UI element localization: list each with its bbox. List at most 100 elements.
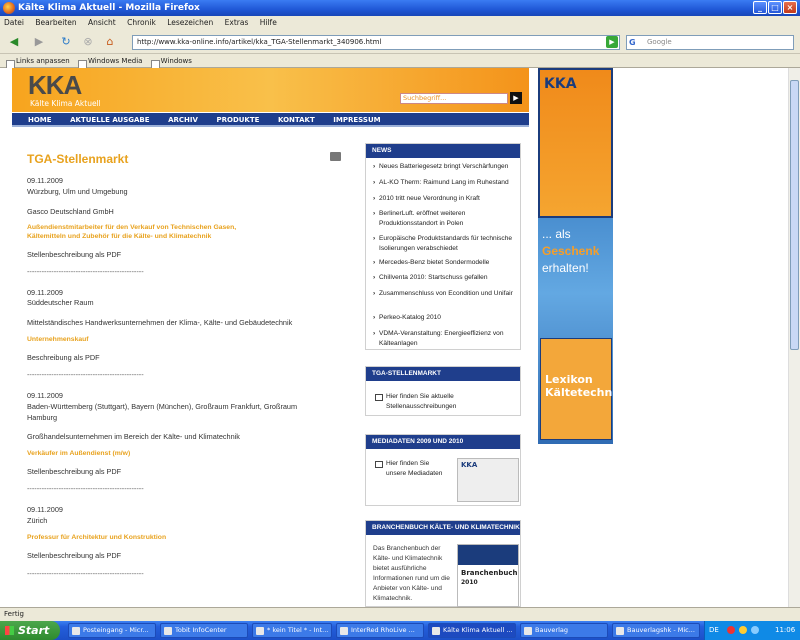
news-item[interactable]: BerlinerLuft. eröffnet weiteren Produkti… <box>373 209 513 229</box>
bookmark-windows[interactable]: Windows <box>151 57 192 65</box>
news-item[interactable]: Chillventa 2010: Startschuss gefallen <box>373 273 513 283</box>
news-item[interactable]: AL-KO Therm: Raimund Lang im Ruhestand <box>373 178 513 188</box>
site-search-input[interactable]: Suchbegriff... <box>400 93 508 104</box>
go-icon[interactable]: ▶ <box>606 36 618 48</box>
news-item[interactable]: Neues Batteriegesetz bringt Verschärfung… <box>373 162 513 172</box>
job-pdf-link[interactable]: Beschreibung als PDF <box>27 352 100 363</box>
job-separator: ----------------------------------------… <box>27 267 144 276</box>
job-position: Unternehmenskauf <box>27 336 89 343</box>
job-position: Außendienstmitarbeiter für den Verkauf v… <box>27 224 237 240</box>
menu-extras[interactable]: Extras <box>225 18 249 27</box>
nav-produkte[interactable]: PRODUKTE <box>216 113 259 127</box>
search-placeholder: Google <box>647 38 672 46</box>
menu-ansicht[interactable]: Ansicht <box>88 18 116 27</box>
job-location: Baden-Württemberg (Stuttgart), Bayern (M… <box>27 402 298 422</box>
job-company: Mittelständisches Handwerksunternehmen d… <box>27 318 293 327</box>
tga-link[interactable]: Hier finden Sie aktuelle Stellenausschre… <box>375 392 505 412</box>
job-pdf-link[interactable]: Stellenbeschreibung als PDF <box>27 249 121 260</box>
menu-hilfe[interactable]: Hilfe <box>260 18 277 27</box>
nav-home[interactable]: HOME <box>28 113 52 127</box>
site-nav: HOME AKTUELLE AUSGABE ARCHIV PRODUKTE KO… <box>12 113 529 127</box>
media-thumbnail[interactable]: KKA <box>457 458 519 502</box>
nav-archiv[interactable]: ARCHIV <box>168 113 198 127</box>
ad-book-title: Lexikon Kältetechnik <box>545 373 624 399</box>
ad-book: Lexikon Kältetechnik <box>540 338 623 440</box>
navigation-toolbar: ◀ ▶ ↻ ⊗ ⌂ http://www.kka-online.info/art… <box>0 30 800 54</box>
news-item[interactable]: 2010 tritt neue Verordnung in Kraft <box>373 194 513 204</box>
job-pdf-link[interactable]: Stellenbeschreibung als PDF <box>27 466 121 477</box>
language-indicator[interactable]: DE <box>709 621 719 640</box>
taskbar-item-active[interactable]: Kälte Klima Aktuell ... <box>428 623 516 638</box>
site-header: KKA Kälte Klima Aktuell Suchbegriff... ▶ <box>12 68 529 112</box>
ad-line2: Geschenk <box>542 244 600 258</box>
taskbar-item[interactable]: InterRed RhoLive ... <box>336 623 424 638</box>
news-item[interactable]: VDMA-Veranstaltung: Energieeffizienz von… <box>373 329 513 349</box>
branchen-thumbnail[interactable]: Branchenbuch 2010 <box>457 544 519 607</box>
maximize-button[interactable]: □ <box>768 1 782 14</box>
vertical-scrollbar[interactable] <box>788 68 800 607</box>
job-company: Gasco Deutschland GmbH <box>27 207 114 216</box>
menu-lesezeichen[interactable]: Lesezeichen <box>167 18 213 27</box>
news-item[interactable]: Perkeo-Katalog 2010 <box>373 313 513 323</box>
media-heading: MEDIADATEN 2009 UND 2010 <box>366 435 520 449</box>
close-button[interactable]: × <box>783 1 797 14</box>
status-text: Fertig <box>4 610 24 618</box>
menu-bearbeiten[interactable]: Bearbeiten <box>35 18 76 27</box>
status-bar: Fertig <box>0 607 800 621</box>
google-icon: G <box>629 38 636 47</box>
branchen-thumb-title: Branchenbuch <box>461 569 518 577</box>
job-pdf-link[interactable]: Stellenbeschreibung als PDF <box>27 550 121 561</box>
job-separator: ----------------------------------------… <box>27 484 144 493</box>
home-icon[interactable]: ⌂ <box>102 34 118 50</box>
job-separator: ----------------------------------------… <box>27 370 144 379</box>
taskbar-item[interactable]: Bauverlagshk - Mic... <box>612 623 700 638</box>
media-thumb-logo: KKA <box>461 461 478 469</box>
ad-logo: KKA <box>544 76 577 92</box>
site-logo[interactable]: KKA <box>28 70 82 101</box>
tga-heading: TGA-STELLENMARKT <box>366 367 520 381</box>
window-titlebar[interactable]: Kälte Klima Aktuell - Mozilla Firefox _ … <box>0 0 800 16</box>
taskbar-item[interactable]: Tobit InfoCenter <box>160 623 248 638</box>
news-item[interactable]: Zusammenschluss von Econdition und Unifa… <box>373 289 513 299</box>
branchen-text: Das Branchenbuch der Kälte- und Klimatec… <box>373 545 450 602</box>
page-content: KKA Kälte Klima Aktuell Suchbegriff... ▶… <box>0 68 788 607</box>
job-location: Zürich <box>27 516 48 525</box>
url-bar[interactable]: http://www.kka-online.info/artikel/kka_T… <box>132 35 620 50</box>
site-logo-subtitle: Kälte Klima Aktuell <box>30 99 101 108</box>
menu-datei[interactable]: Datei <box>4 18 24 27</box>
start-button[interactable]: Start <box>0 621 60 640</box>
reload-icon[interactable]: ↻ <box>58 34 74 50</box>
menu-chronik[interactable]: Chronik <box>127 18 156 27</box>
ad-magazine-cover: KKA <box>538 68 613 218</box>
job-position: Professur für Architektur und Konstrukti… <box>27 534 167 541</box>
taskbar-item[interactable]: Bauverlag <box>520 623 608 638</box>
ad-banner[interactable]: KKA ... als Geschenk erhalten! Lexikon K… <box>538 68 623 444</box>
back-icon[interactable]: ◀ <box>4 34 24 50</box>
bookmark-links-anpassen[interactable]: Links anpassen <box>6 57 70 65</box>
branchen-heading: BRANCHENBUCH KÄLTE- UND KLIMATECHNIK <box>366 521 520 535</box>
tray-icon[interactable] <box>739 626 747 634</box>
tray-icon[interactable] <box>727 626 735 634</box>
job-separator: ----------------------------------------… <box>27 569 144 578</box>
scrollbar-thumb[interactable] <box>790 80 799 350</box>
news-item[interactable]: Europäische Produktstandards für technis… <box>373 234 513 254</box>
bookmark-windows-media[interactable]: Windows Media <box>78 57 143 65</box>
job-position: Verkäufer im Außendienst (m/w) <box>27 450 131 457</box>
ad-line1: ... als <box>542 227 571 241</box>
taskbar-item[interactable]: Posteingang - Micr... <box>68 623 156 638</box>
minimize-button[interactable]: _ <box>753 1 767 14</box>
taskbar-item[interactable]: * kein Titel * - Int... <box>252 623 332 638</box>
site-search-button[interactable]: ▶ <box>510 92 522 104</box>
job-location: Süddeutscher Raum <box>27 298 94 307</box>
tray-icon[interactable] <box>751 626 759 634</box>
stop-icon[interactable]: ⊗ <box>80 34 96 50</box>
nav-impressum[interactable]: IMPRESSUM <box>333 113 380 127</box>
forward-icon[interactable]: ▶ <box>30 34 48 50</box>
nav-kontakt[interactable]: KONTAKT <box>278 113 315 127</box>
print-icon[interactable] <box>330 152 341 161</box>
page-title: TGA-Stellenmarkt <box>27 152 129 166</box>
news-item[interactable]: Mercedes-Benz bietet Sondermodelle <box>373 258 513 268</box>
nav-aktuelle-ausgabe[interactable]: AKTUELLE AUSGABE <box>70 113 149 127</box>
media-link[interactable]: Hier finden Sie unsere Mediadaten <box>375 459 450 479</box>
search-input[interactable]: G Google <box>626 35 794 50</box>
